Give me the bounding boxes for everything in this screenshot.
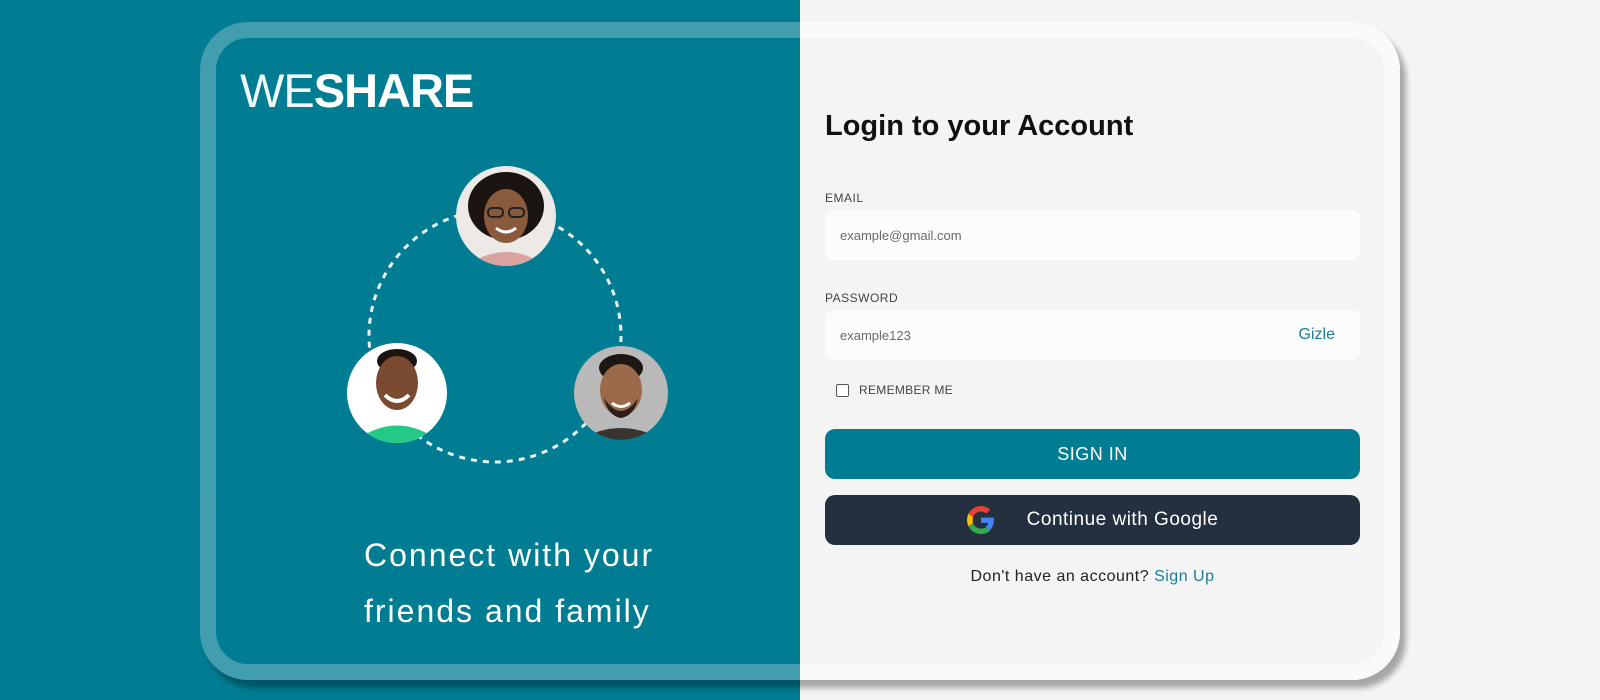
email-field[interactable] [840, 227, 1345, 243]
signup-prompt-text: Don't have an account? [970, 568, 1150, 585]
remember-me-label: REMEMBER ME [859, 383, 953, 397]
email-input-box[interactable] [825, 210, 1360, 260]
password-field[interactable] [840, 327, 1299, 343]
google-button-label: Continue with Google [1026, 509, 1219, 530]
login-card: WESHARE Connect with your friends and fa… [200, 22, 1400, 680]
signup-prompt: Don't have an account? Sign Up [825, 568, 1360, 586]
google-signin-button[interactable]: Continue with Google [825, 495, 1360, 545]
password-input-box[interactable]: Gizle [825, 310, 1360, 360]
form-title: Login to your Account [825, 110, 1134, 142]
password-visibility-toggle[interactable]: Gizle [1299, 326, 1345, 344]
avatar-man-bearded [574, 346, 668, 440]
google-icon [966, 506, 994, 534]
tagline-line-2: friends and family [364, 593, 651, 629]
email-label: EMAIL [825, 191, 864, 205]
hero-panel: WESHARE Connect with your friends and fa… [200, 22, 800, 680]
tagline-line-1: Connect with your [364, 537, 655, 573]
checkbox-icon[interactable] [836, 383, 849, 397]
avatar-man-green-shirt [347, 343, 447, 443]
password-label: PASSWORD [825, 291, 899, 305]
form-panel: Login to your Account EMAIL PASSWORD Giz… [800, 22, 1400, 680]
hero-tagline: Connect with your friends and family [364, 527, 654, 639]
avatar-woman [456, 166, 556, 266]
sign-in-button[interactable]: SIGN IN [825, 429, 1360, 479]
sign-up-link[interactable]: Sign Up [1154, 568, 1214, 585]
remember-me[interactable]: REMEMBER ME [836, 383, 953, 397]
